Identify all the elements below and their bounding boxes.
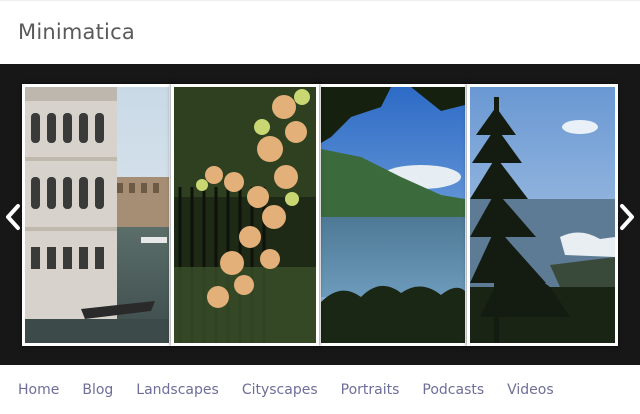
slide-mountain-lake[interactable] — [318, 84, 468, 346]
mountain-lake-photo — [321, 87, 465, 343]
nav-item-cityscapes[interactable]: Cityscapes — [242, 382, 318, 398]
seaside-pine-photo — [470, 87, 615, 343]
nav-item-home[interactable]: Home — [18, 382, 59, 398]
top-border — [0, 0, 640, 1]
chevron-left-icon — [6, 204, 20, 230]
site-title[interactable]: Minimatica — [18, 20, 135, 44]
venice-palace-photo — [25, 87, 169, 343]
image-slider — [0, 64, 640, 365]
nav-item-podcasts[interactable]: Podcasts — [422, 382, 484, 398]
slide-autumn-leaves[interactable] — [171, 84, 319, 346]
slider-prev-button[interactable] — [2, 202, 24, 232]
chevron-right-icon — [620, 204, 634, 230]
slide-venice-palace[interactable] — [22, 84, 172, 346]
nav-item-blog[interactable]: Blog — [82, 382, 113, 398]
autumn-leaves-photo — [174, 87, 316, 343]
slide-strip — [22, 84, 618, 346]
nav-item-landscapes[interactable]: Landscapes — [136, 382, 219, 398]
nav-item-portraits[interactable]: Portraits — [341, 382, 400, 398]
slider-next-button[interactable] — [616, 202, 638, 232]
main-nav: Home Blog Landscapes Cityscapes Portrait… — [0, 365, 640, 414]
nav-item-videos[interactable]: Videos — [507, 382, 554, 398]
slide-seaside-pine[interactable] — [467, 84, 618, 346]
